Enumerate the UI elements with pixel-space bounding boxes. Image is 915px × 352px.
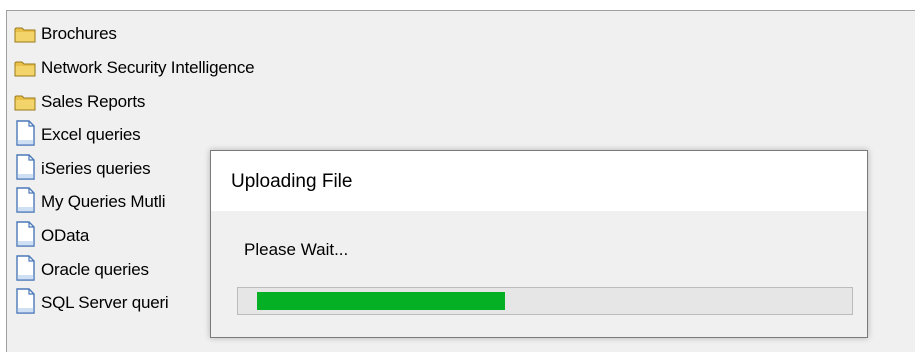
list-item-brochures[interactable]: Brochures [14, 19, 117, 49]
upload-progress-bar [237, 287, 853, 315]
folder-icon [14, 23, 36, 45]
list-item-network-security-intelligence[interactable]: Network Security Intelligence [14, 53, 255, 83]
list-item-oracle-queries[interactable]: Oracle queries [14, 255, 149, 285]
upload-progress-dialog: Uploading File Please Wait... [210, 150, 868, 338]
document-icon [14, 221, 36, 247]
document-icon [14, 255, 36, 281]
list-item-label: Brochures [41, 24, 117, 43]
list-item-label: Network Security Intelligence [41, 58, 255, 77]
dialog-message: Please Wait... [244, 240, 349, 259]
list-item-label: Oracle queries [41, 260, 149, 279]
document-icon [14, 187, 36, 213]
list-item-odata[interactable]: OData [14, 221, 89, 251]
dialog-titlebar[interactable]: Uploading File [211, 151, 867, 211]
list-item-label: SQL Server queri [41, 293, 169, 312]
list-item-label: Sales Reports [41, 92, 146, 111]
document-icon [14, 154, 36, 180]
folder-icon [14, 57, 36, 79]
list-item-sql-server-queries[interactable]: SQL Server queri [14, 288, 169, 318]
list-item-label: OData [41, 226, 90, 245]
progress-bar-fill [257, 292, 505, 310]
list-item-label: iSeries queries [41, 159, 151, 178]
list-item-my-queries-mutli[interactable]: My Queries Mutli [14, 187, 166, 217]
dialog-title: Uploading File [231, 171, 353, 192]
list-item-excel-queries[interactable]: Excel queries [14, 120, 141, 150]
folder-icon [14, 91, 36, 113]
list-item-iseries-queries[interactable]: iSeries queries [14, 154, 151, 184]
list-item-label: Excel queries [41, 125, 141, 144]
document-icon [14, 120, 36, 146]
list-item-sales-reports[interactable]: Sales Reports [14, 87, 145, 117]
list-item-label: My Queries Mutli [41, 192, 166, 211]
document-icon [14, 288, 36, 314]
